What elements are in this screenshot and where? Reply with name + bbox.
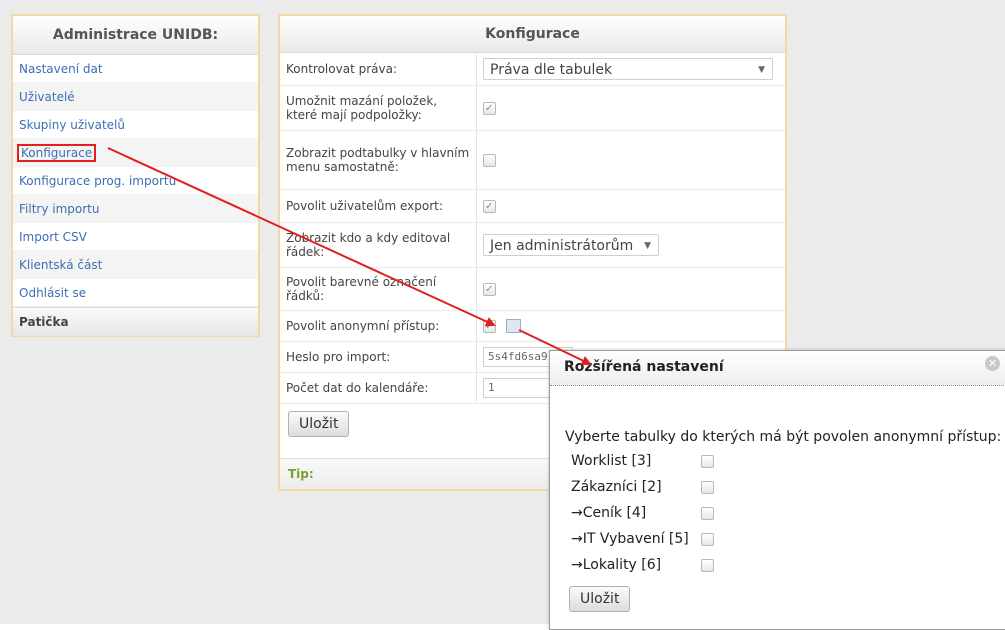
sidebar-footer: Patička: [13, 307, 258, 336]
config-row-kontrolovat-prava: Kontrolovat práva: Práva dle tabulek ▼: [280, 53, 785, 86]
config-value: [476, 86, 785, 130]
config-label: Zobrazit podtabulky v hlavním menu samos…: [286, 146, 470, 174]
config-label: Zobrazit kdo a kdy editoval řádek:: [286, 231, 451, 259]
row-color-checkbox[interactable]: [483, 282, 496, 296]
config-row-barevne-oznaceni: Povolit barevné označení řádků:: [280, 268, 785, 311]
rights-select-value: Práva dle tabulek: [490, 62, 613, 78]
config-label: Umožnit mazání položek, které mají podpo…: [286, 94, 438, 122]
config-value: Jen administrátorům ▼: [476, 223, 785, 267]
config-row-anonymni-pristup: Povolit anonymní přístup:: [280, 311, 785, 342]
config-value: [476, 131, 785, 189]
config-label: Počet dat do kalendáře:: [286, 381, 429, 395]
sidebar-item-odhlasit-se[interactable]: Odhlásit se: [13, 279, 258, 307]
table-worklist-checkbox[interactable]: [701, 455, 714, 468]
sidebar-item-label: Klientská část: [19, 258, 103, 272]
config-label: Povolit anonymní přístup:: [286, 319, 440, 333]
close-icon[interactable]: ✕: [985, 356, 1000, 371]
dialog-title: Rozšířená nastavení: [564, 359, 724, 375]
dialog-item-label: →Lokality [6]: [571, 557, 662, 573]
sidebar-item-konfigurace-prog-importu[interactable]: Konfigurace prog. importu: [13, 167, 258, 195]
sidebar-item-uzivatele[interactable]: Uživatelé: [13, 83, 258, 111]
sidebar-item-klientska-cast[interactable]: Klientská část: [13, 251, 258, 279]
sidebar-item-label: Filtry importu: [19, 202, 100, 216]
sidebar-item-label: Konfigurace prog. importu: [19, 174, 177, 188]
dialog-save-button[interactable]: Uložit: [569, 586, 631, 612]
sidebar-title: Administrace UNIDB:: [13, 16, 258, 55]
sidebar-item-label: Import CSV: [19, 230, 87, 244]
dialog-item-label: Zákazníci [2]: [571, 479, 662, 495]
config-row-povolit-export: Povolit uživatelům export:: [280, 190, 785, 223]
dialog-item-label: →IT Vybavení [5]: [571, 531, 689, 547]
dialog-prompt: Vyberte tabulky do kterých má být povole…: [565, 429, 1002, 445]
table-it-vybaveni-checkbox[interactable]: [701, 533, 714, 546]
config-title: Konfigurace: [280, 16, 785, 53]
config-row-umoznit-mazani: Umožnit mazání položek, které mají podpo…: [280, 86, 785, 131]
chevron-down-icon: ▼: [758, 65, 765, 75]
advanced-settings-dialog: Rozšířená nastavení ✕ Vyberte tabulky do…: [549, 350, 1005, 630]
config-label: Povolit barevné označení řádků:: [286, 275, 437, 303]
sidebar-item-label: Odhlásit se: [19, 286, 87, 300]
anonymous-access-checkbox[interactable]: [483, 319, 496, 333]
sidebar-nav: Nastavení dat Uživatelé Skupiny uživatel…: [13, 55, 258, 307]
sidebar-item-label: Uživatelé: [19, 90, 75, 104]
advanced-settings-icon[interactable]: [506, 319, 521, 333]
config-row-kdo-editoval: Zobrazit kdo a kdy editoval řádek: Jen a…: [280, 223, 785, 268]
edit-info-select[interactable]: Jen administrátorům ▼: [483, 234, 659, 256]
chevron-down-icon: ▼: [644, 241, 651, 251]
rights-select[interactable]: Práva dle tabulek ▼: [483, 58, 773, 80]
sidebar-item-label: Skupiny uživatelů: [19, 118, 125, 132]
dialog-item-label: →Ceník [4]: [571, 505, 647, 521]
allow-delete-checkbox[interactable]: [483, 101, 496, 115]
config-value: [476, 311, 785, 341]
dialog-header: Rozšířená nastavení ✕: [550, 351, 1005, 386]
allow-export-checkbox[interactable]: [483, 199, 496, 213]
edit-info-select-value: Jen administrátorům: [490, 238, 634, 254]
admin-sidebar: Administrace UNIDB: Nastavení dat Uživat…: [11, 14, 260, 337]
sidebar-item-label: Konfigurace: [16, 144, 97, 162]
table-zakaznici-checkbox[interactable]: [701, 481, 714, 494]
table-lokality-checkbox[interactable]: [701, 559, 714, 572]
config-value: [476, 268, 785, 310]
config-value: [476, 190, 785, 222]
config-label: Povolit uživatelům export:: [286, 199, 443, 213]
sidebar-item-import-csv[interactable]: Import CSV: [13, 223, 258, 251]
sidebar-item-nastaveni-dat[interactable]: Nastavení dat: [13, 55, 258, 83]
sidebar-item-skupiny-uzivatelu[interactable]: Skupiny uživatelů: [13, 111, 258, 139]
sidebar-item-konfigurace[interactable]: Konfigurace: [13, 139, 258, 167]
config-row-zobrazit-podtabulky: Zobrazit podtabulky v hlavním menu samos…: [280, 131, 785, 190]
sidebar-item-filtry-importu[interactable]: Filtry importu: [13, 195, 258, 223]
config-label: Kontrolovat práva:: [286, 62, 397, 76]
config-value: Práva dle tabulek ▼: [476, 53, 785, 85]
dialog-item-label: Worklist [3]: [571, 453, 652, 469]
save-button[interactable]: Uložit: [288, 411, 350, 437]
show-subtables-checkbox[interactable]: [483, 153, 496, 167]
config-label: Heslo pro import:: [286, 350, 391, 364]
table-cenik-checkbox[interactable]: [701, 507, 714, 520]
sidebar-item-label: Nastavení dat: [19, 62, 103, 76]
